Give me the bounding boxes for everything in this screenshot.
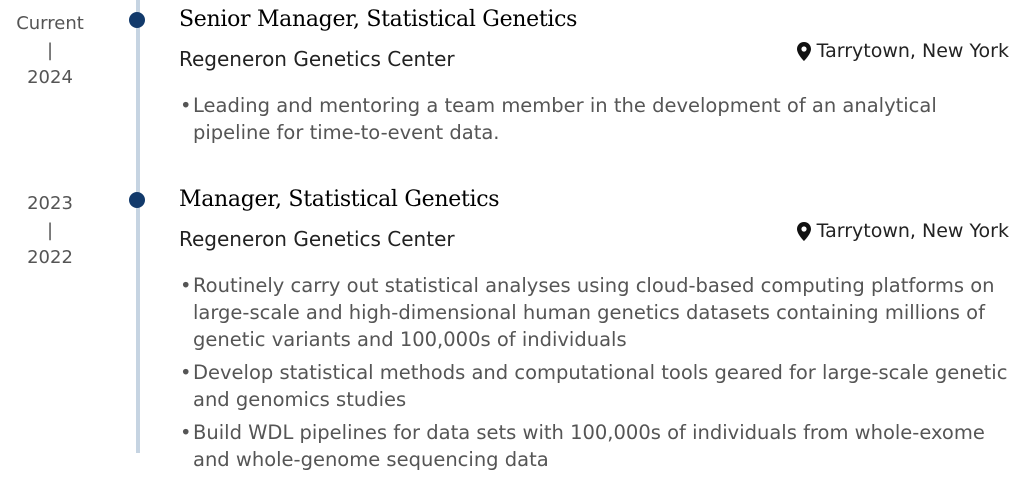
bullet-text: Build WDL pipelines for data sets with 1… <box>193 421 985 471</box>
responsibility-list: • Routinely carry out statistical analys… <box>180 272 1010 479</box>
bullet-text: Leading and mentoring a team member in t… <box>193 94 937 144</box>
bullet-mark: • <box>180 94 192 117</box>
list-item: • Routinely carry out statistical analys… <box>180 272 1010 353</box>
location-text: Tarrytown, New York <box>816 220 1009 242</box>
date-end: 2023 <box>27 193 73 214</box>
bullet-mark: • <box>180 274 192 297</box>
organization-name: Regeneron Genetics Center <box>179 47 455 71</box>
timeline-dot <box>129 192 145 208</box>
list-item: • Leading and mentoring a team member in… <box>180 92 1010 146</box>
bullet-mark: • <box>180 421 192 444</box>
location: Tarrytown, New York <box>796 36 1009 66</box>
job-title: Manager, Statistical Genetics <box>179 187 500 212</box>
organization-name: Regeneron Genetics Center <box>179 227 455 251</box>
timeline-dot <box>129 12 145 28</box>
bullet-mark: • <box>180 361 192 384</box>
date-separator: | <box>46 220 54 241</box>
list-item: • Build WDL pipelines for data sets with… <box>180 419 1010 473</box>
location-text: Tarrytown, New York <box>816 40 1009 62</box>
date-separator: | <box>46 40 54 61</box>
map-marker-icon <box>796 221 811 241</box>
job-title: Senior Manager, Statistical Genetics <box>179 7 578 32</box>
location: Tarrytown, New York <box>796 216 1009 246</box>
map-marker-icon <box>796 41 811 61</box>
date-start: 2024 <box>27 67 73 88</box>
timeline-line <box>136 0 140 453</box>
date-range: Current | 2024 <box>0 10 100 91</box>
date-range: 2023 | 2022 <box>0 190 100 271</box>
date-end: Current <box>16 13 84 34</box>
bullet-text: Routinely carry out statistical analyses… <box>193 274 995 351</box>
responsibility-list: • Leading and mentoring a team member in… <box>180 92 1010 152</box>
date-start: 2022 <box>27 247 73 268</box>
bullet-text: Develop statistical methods and computat… <box>193 361 1008 411</box>
list-item: • Develop statistical methods and comput… <box>180 359 1010 413</box>
